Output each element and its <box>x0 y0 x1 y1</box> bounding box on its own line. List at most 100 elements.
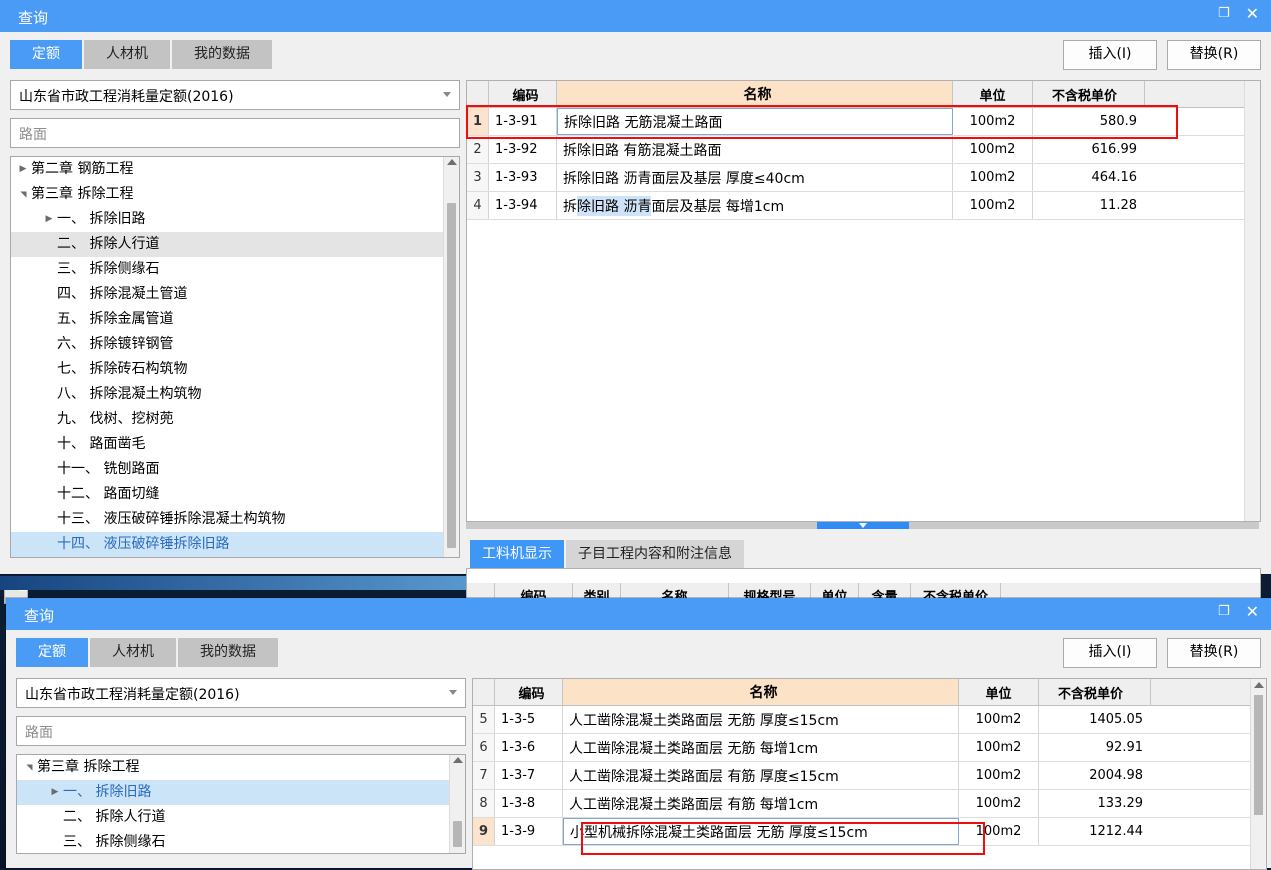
library-select-value: 山东省市政工程消耗量定额(2016) <box>25 687 240 703</box>
close-icon[interactable]: ✕ <box>1246 604 1259 620</box>
subtab-notes[interactable]: 子目工程内容和附注信息 <box>566 540 744 568</box>
insert-button[interactable]: 插入(I) <box>1063 638 1157 668</box>
tree-node[interactable]: 十、 路面凿毛 <box>11 432 459 457</box>
toolbar-top: 插入(I) 替换(R) <box>1063 40 1261 70</box>
tree-node[interactable]: 六、 拆除镀锌钢管 <box>11 332 459 357</box>
table-row[interactable]: 3 1-3-93 拆除旧路 沥青面层及基层 厚度≤40cm 100m2 464.16 <box>467 164 1260 192</box>
cell-code: 1-3-7 <box>495 762 563 789</box>
replace-button[interactable]: 替换(R) <box>1167 638 1261 668</box>
cell-price: 1405.05 <box>1089 712 1143 727</box>
tree-scrollbar-top[interactable] <box>443 157 459 557</box>
maximize-icon[interactable]: ❐ <box>1218 6 1230 22</box>
toolbar-bottom: 插入(I) 替换(R) <box>1063 638 1261 668</box>
tree-node[interactable]: ◢ 第三章 拆除工程 <box>11 182 459 207</box>
tab-mydata[interactable]: 我的数据 <box>172 40 272 69</box>
tree-node[interactable]: 十三、 液压破碎锤拆除混凝土构筑物 <box>11 507 459 532</box>
chevron-down-icon <box>443 92 451 97</box>
tree-node[interactable]: ▶ 一、 拆除旧路 <box>17 780 465 805</box>
tree-node[interactable]: 十二、 路面切缝 <box>11 482 459 507</box>
chapter-tree-top[interactable]: ▶ 第二章 钢筋工程 ◢ 第三章 拆除工程 ▶ 一、 拆除旧路 二、 拆除人行道 三、 拆除侧… <box>10 156 460 558</box>
pane-splitter[interactable] <box>466 522 1259 529</box>
grid-scrollbar-top[interactable] <box>1244 81 1260 521</box>
table-row[interactable]: 7 1-3-7 人工凿除混凝土类路面层 有筋 厚度≤15cm 100m2 2004.98 <box>473 762 1266 790</box>
insert-button[interactable]: 插入(I) <box>1063 40 1157 70</box>
tab-dinge[interactable]: 定额 <box>10 40 82 69</box>
replace-button[interactable]: 替换(R) <box>1167 40 1261 70</box>
chevron-down-icon <box>449 690 457 695</box>
table-row[interactable]: 4 1-3-94 拆除旧路 沥青 面层及基层 每增1cm 100m2 11.28 <box>467 192 1260 220</box>
tree-node[interactable]: ◢ 第三章 拆除工程 <box>17 755 465 780</box>
tree-node-label: 四、 拆除混凝土管道 <box>57 286 188 302</box>
grid-header-top: 编码 名称 单位 不含税单价 <box>467 81 1260 108</box>
cell-name: 人工凿除混凝土类路面层 有筋 每增1cm <box>563 790 959 817</box>
tree-node-label: 十、 路面凿毛 <box>57 436 146 452</box>
tree-collapsed-icon[interactable]: ▶ <box>43 207 55 232</box>
search-input[interactable]: 路面 <box>16 716 466 746</box>
tree-node-label: 十二、 路面切缝 <box>57 486 160 502</box>
subtab-materials[interactable]: 工料机显示 <box>470 540 564 568</box>
tree-node[interactable]: 二、 拆除人行道 <box>17 805 465 830</box>
definition-grid-top[interactable]: 编码 名称 单位 不含税单价 1 1-3-91 拆除旧路 无筋混凝土路面 100m2 5… <box>466 80 1261 522</box>
table-row[interactable]: 1 1-3-91 拆除旧路 无筋混凝土路面 100m2 580.9 <box>467 108 1260 136</box>
tree-node[interactable]: 十四、 液压破碎锤拆除旧路 <box>11 532 459 557</box>
tab-rencaiji[interactable]: 人材机 <box>84 40 170 69</box>
library-select[interactable]: 山东省市政工程消耗量定额(2016) <box>10 80 460 110</box>
col-name: 名称 <box>557 81 953 107</box>
library-select[interactable]: 山东省市政工程消耗量定额(2016) <box>16 678 466 708</box>
scroll-thumb[interactable] <box>453 821 462 847</box>
table-row[interactable]: 9 1-3-9 小型机械拆除混凝土类路面层 无筋 厚度≤15cm 100m2 1212.… <box>473 818 1266 846</box>
cell-index: 8 <box>473 790 495 817</box>
scroll-up-icon[interactable] <box>1254 682 1264 688</box>
table-row[interactable]: 5 1-3-5 人工凿除混凝土类路面层 无筋 厚度≤15cm 100m2 1405.05 <box>473 706 1266 734</box>
tab-dinge[interactable]: 定额 <box>16 638 88 667</box>
tree-node[interactable]: 八、 拆除混凝土构筑物 <box>11 382 459 407</box>
table-row[interactable]: 6 1-3-6 人工凿除混凝土类路面层 无筋 每增1cm 100m2 92.91 <box>473 734 1266 762</box>
cell-index: 9 <box>473 818 495 845</box>
query-window-top: 查询 ❐ ✕ 定额 人材机 我的数据 插入(I) 替换(R) 山东省市政工程消耗… <box>0 0 1271 608</box>
definition-grid-bottom[interactable]: 编码 名称 单位 不含税单价 5 1-3-5 人工凿除混凝土类路面层 无筋 厚度≤1… <box>472 678 1267 870</box>
tree-node[interactable]: 二、 拆除人行道 <box>11 232 459 257</box>
tab-mydata[interactable]: 我的数据 <box>178 638 278 667</box>
cell-code: 1-3-93 <box>489 164 557 191</box>
col-price: 不含税单价 <box>1039 679 1151 705</box>
tree-node[interactable]: 三、 拆除侧缘石 <box>11 257 459 282</box>
tree-node[interactable]: 五、 拆除金属管道 <box>11 307 459 332</box>
cell-unit: 100m2 <box>953 164 1033 191</box>
cell-index: 4 <box>467 192 489 219</box>
tree-node[interactable]: 十一、 铣刨路面 <box>11 457 459 482</box>
search-placeholder: 路面 <box>25 725 53 741</box>
cell-index: 3 <box>467 164 489 191</box>
tree-collapsed-icon[interactable]: ▶ <box>49 780 61 805</box>
search-placeholder: 路面 <box>19 127 47 143</box>
tab-rencaiji[interactable]: 人材机 <box>90 638 176 667</box>
tree-node[interactable]: ▶ 一、 拆除旧路 <box>11 207 459 232</box>
grid-scrollbar-bottom[interactable] <box>1250 679 1266 869</box>
scroll-up-icon[interactable] <box>453 757 463 763</box>
tree-node[interactable]: ▶ 第二章 钢筋工程 <box>11 157 459 182</box>
splitter-collapse-button[interactable] <box>816 522 909 529</box>
cell-unit: 100m2 <box>953 192 1033 219</box>
tree-node[interactable]: 三、 拆除侧缘石 <box>17 830 465 853</box>
maximize-icon[interactable]: ❐ <box>1218 604 1230 620</box>
tree-node-label: 九、 伐树、挖树蔸 <box>57 411 174 427</box>
close-icon[interactable]: ✕ <box>1246 6 1259 22</box>
cell-code: 1-3-9 <box>495 818 563 845</box>
scroll-thumb[interactable] <box>447 203 456 548</box>
chapter-tree-bottom[interactable]: ◢ 第三章 拆除工程 ▶ 一、 拆除旧路 二、 拆除人行道 三、 拆除侧缘石 <box>16 754 466 854</box>
titlebar-top: 查询 ❐ ✕ <box>0 0 1271 32</box>
table-row[interactable]: 8 1-3-8 人工凿除混凝土类路面层 有筋 每增1cm 100m2 133.29 <box>473 790 1266 818</box>
scroll-up-icon[interactable] <box>447 159 457 165</box>
tree-node[interactable]: 七、 拆除砖石构筑物 <box>11 357 459 382</box>
tree-node-label: 第二章 钢筋工程 <box>31 161 134 177</box>
cell-name: 人工凿除混凝土类路面层 无筋 厚度≤15cm <box>563 706 959 733</box>
tree-node[interactable]: 九、 伐树、挖树蔸 <box>11 407 459 432</box>
window-title: 查询 <box>24 607 55 625</box>
tree-scrollbar-bottom[interactable] <box>449 755 465 853</box>
scroll-thumb[interactable] <box>1254 695 1263 815</box>
table-row[interactable]: 2 1-3-92 拆除旧路 有筋混凝土路面 100m2 616.99 <box>467 136 1260 164</box>
left-panel-top: 山东省市政工程消耗量定额(2016) 路面 ▶ 第二章 钢筋工程 ◢ 第三章 拆除工程… <box>10 80 460 558</box>
tree-collapsed-icon[interactable]: ▶ <box>17 157 29 182</box>
search-input[interactable]: 路面 <box>10 118 460 148</box>
sub-tabstrip: 工料机显示 子目工程内容和附注信息 <box>470 540 746 568</box>
tree-node[interactable]: 四、 拆除混凝土管道 <box>11 282 459 307</box>
